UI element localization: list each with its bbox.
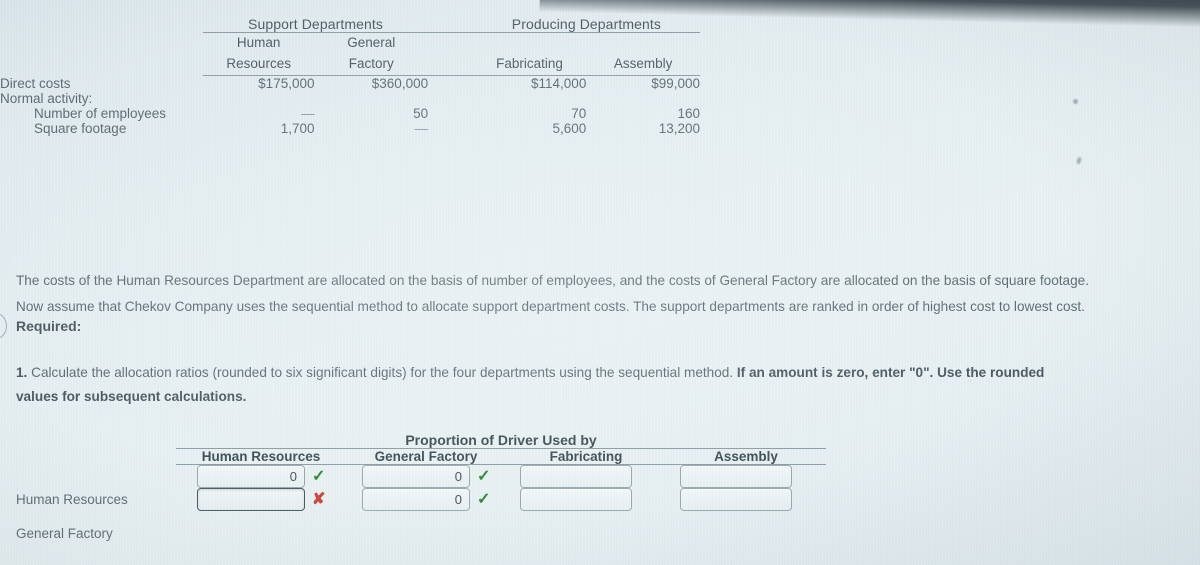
cell-employees-gf: 50 <box>413 105 429 121</box>
input-gf-hr[interactable] <box>197 488 305 511</box>
answer-column-header-row: Human Resources General Factory Fabricat… <box>176 449 826 464</box>
answer-column-header-human-resources: Human Resources <box>201 449 321 464</box>
cell-footage-fabricating: 5,600 <box>552 120 587 136</box>
answer-title-row: Proportion of Driver Used by <box>176 432 826 448</box>
table-row: Number of employees — 50 70 160 <box>0 106 700 121</box>
column-header-human-resources: Human Resources <box>203 33 315 75</box>
answer-column-header-assembly: Assembly <box>714 449 778 464</box>
required-label: Required: <box>16 318 82 334</box>
photo-speck <box>1076 156 1082 165</box>
answer-cell-gf-gf: ✓ <box>346 488 506 511</box>
input-gf-gf[interactable] <box>362 488 470 511</box>
col-head-line1: General <box>347 35 396 50</box>
cell-footage-hr: 1,700 <box>280 120 315 136</box>
answer-column-header-general-factory: General Factory <box>374 449 478 464</box>
table-row: Direct costs $175,000 $360,000 $114,000 … <box>0 76 700 91</box>
answer-cell-gf-fabricating <box>506 488 666 511</box>
answer-cell-hr-assembly <box>666 465 826 488</box>
input-hr-hr[interactable] <box>197 465 305 488</box>
check-icon: ✓ <box>477 467 491 485</box>
cell-footage-assembly: 13,200 <box>658 120 700 136</box>
cell-direct-costs-assembly: $99,000 <box>651 75 700 91</box>
table-row: Normal activity: <box>0 91 700 106</box>
input-gf-assembly[interactable] <box>680 488 792 511</box>
row-label-direct-costs: Direct costs <box>0 75 71 91</box>
col-head-line1: Human <box>236 35 281 50</box>
input-hr-gf[interactable] <box>362 465 470 488</box>
answer-cell-hr-fabricating <box>506 465 666 488</box>
answer-cell-gf-assembly <box>666 488 826 511</box>
cell-direct-costs-hr: $175,000 <box>258 75 315 91</box>
row-label-number-of-employees: Number of employees <box>34 105 167 121</box>
column-header-row: Human Resources General Factory Fabricat… <box>0 33 700 75</box>
column-header-assembly: Assembly <box>613 55 673 71</box>
question-text-bold-1: If an amount is zero, enter "0". Use the… <box>736 365 1045 380</box>
row-label-square-footage: Square footage <box>34 120 127 136</box>
cost-data-table: Support Departments Producing Department… <box>0 16 700 136</box>
answer-cell-gf-hr: ✘ <box>176 488 346 511</box>
cell-footage-gf: — <box>414 120 429 136</box>
question-text-normal: Calculate the allocation ratios (rounded… <box>31 365 734 380</box>
answer-cell-hr-gf: ✓ <box>346 465 506 488</box>
table-row: ✘ ✓ <box>176 488 826 511</box>
column-header-general-factory: General Factory <box>314 33 428 75</box>
table-row: Square footage 1,700 — 5,600 13,200 <box>0 121 700 136</box>
col-head-line2: Factory <box>348 55 394 71</box>
check-icon: ✓ <box>312 467 326 485</box>
column-header-fabricating: Fabricating <box>496 55 563 71</box>
narrative-line-1: The costs of the Human Resources Departm… <box>16 273 1089 288</box>
question-text-bold-2: values for subsequent calculations. <box>16 389 247 404</box>
input-hr-assembly[interactable] <box>680 465 792 488</box>
row-label-normal-activity: Normal activity: <box>0 90 93 106</box>
cross-icon: ✘ <box>312 490 326 508</box>
answer-cell-hr-hr: ✓ <box>176 465 346 488</box>
answer-table-title: Proportion of Driver Used by <box>405 432 597 448</box>
input-hr-fabricating[interactable] <box>520 465 632 488</box>
narrative-line-2: Now assume that Chekov Company uses the … <box>16 299 1085 314</box>
input-gf-fabricating[interactable] <box>520 488 632 511</box>
table-row: ✓ ✓ <box>176 465 826 488</box>
cell-direct-costs-fabricating: $114,000 <box>531 75 587 91</box>
answer-row-label-human-resources: Human Resources <box>16 492 128 507</box>
answer-column-header-fabricating: Fabricating <box>549 449 623 464</box>
cell-employees-assembly: 160 <box>677 105 700 121</box>
allocation-ratio-table: Proportion of Driver Used by Human Resou… <box>176 432 826 511</box>
group-header-support: Support Departments <box>248 16 383 32</box>
col-head-line2: Resources <box>226 55 291 71</box>
cell-employees-fabricating: 70 <box>571 105 587 121</box>
cut-off-circle-icon <box>0 313 7 339</box>
question-number: 1. <box>16 365 28 380</box>
photo-speck <box>1073 99 1078 104</box>
group-header-row: Support Departments Producing Department… <box>0 16 700 32</box>
question-line-1: 1. Calculate the allocation ratios (roun… <box>16 360 1186 386</box>
cell-direct-costs-gf: $360,000 <box>371 75 429 91</box>
question-line-2: values for subsequent calculations. <box>16 384 1186 410</box>
cell-employees-hr: — <box>300 105 315 121</box>
group-header-producing: Producing Departments <box>511 16 661 32</box>
check-icon: ✓ <box>477 490 491 508</box>
answer-row-label-general-factory: General Factory <box>16 526 113 541</box>
